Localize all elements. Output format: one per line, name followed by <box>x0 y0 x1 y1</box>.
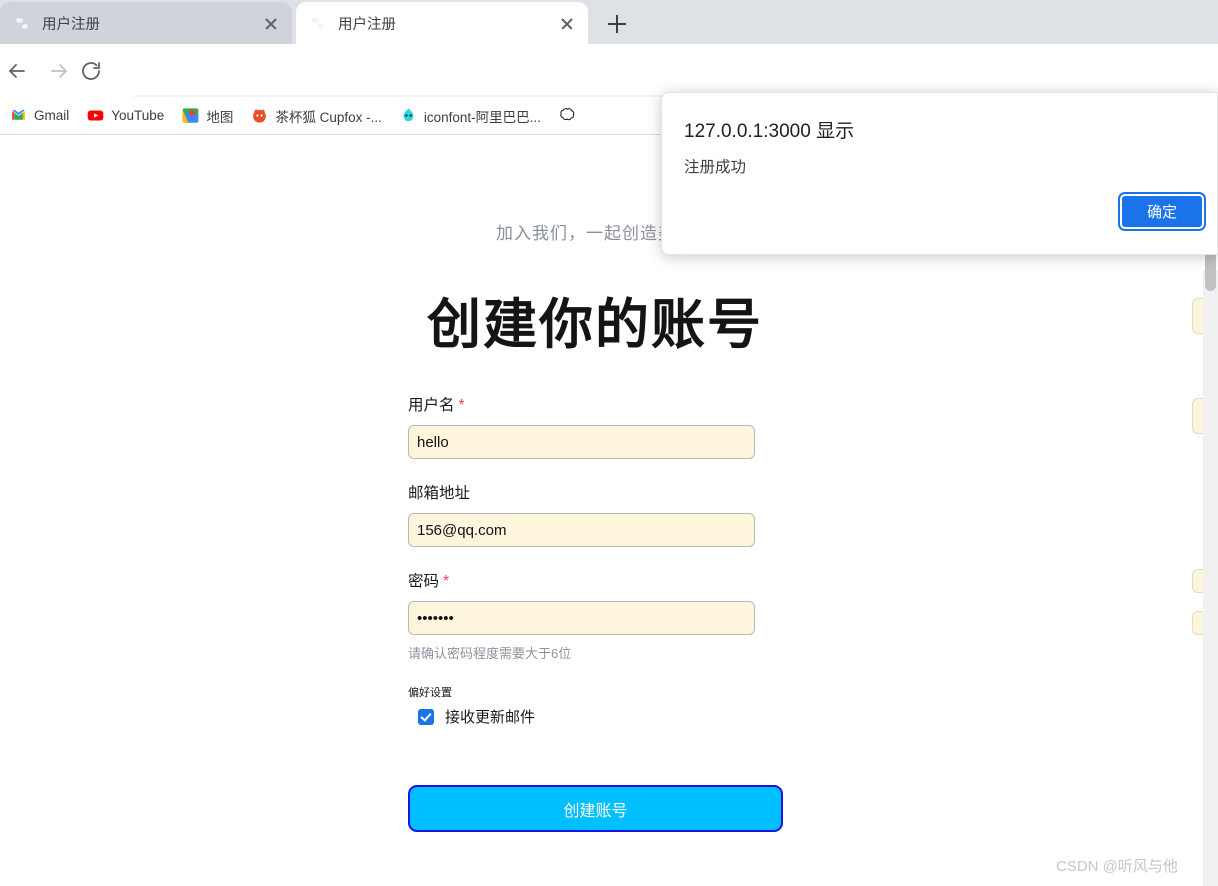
reload-icon[interactable] <box>74 54 108 88</box>
cupfox-icon <box>251 107 268 124</box>
field-username: 用户名 * <box>408 393 783 459</box>
openai-icon <box>559 107 576 124</box>
bookmark-label: YouTube <box>111 108 165 123</box>
newsletter-checkbox-label: 接收更新邮件 <box>445 709 536 726</box>
bookmark-label: 茶杯狐 Cupfox -... <box>275 109 382 125</box>
field-label: 用户名 * <box>408 393 783 415</box>
tab-title: 用户注册 <box>338 16 396 33</box>
preferences-label: 偏好设置 <box>408 687 452 699</box>
field-label-text: 用户名 <box>408 397 455 414</box>
tab-strip: 用户注册 用户注册 <box>0 0 1218 44</box>
youtube-icon <box>87 107 104 124</box>
required-asterisk: * <box>443 573 450 590</box>
newsletter-checkbox-row[interactable]: 接收更新邮件 <box>418 706 783 727</box>
browser-toolbar: 127.0.0.1:3000/vue第三章/index.html <box>0 44 1218 131</box>
browser-window: 用户注册 用户注册 127.0.0.1:3000/vue第三 <box>0 0 1218 886</box>
tab-user-register-1[interactable]: 用户注册 <box>0 2 292 44</box>
bookmark-label: Gmail <box>34 108 70 123</box>
watermark: CSDN @听风与他 <box>1056 858 1178 875</box>
preferences-group: 偏好设置 接收更新邮件 <box>408 684 783 727</box>
password-hint: 请确认密码程度需要大于6位 <box>408 646 572 661</box>
create-account-button[interactable]: 创建账号 <box>408 785 783 832</box>
email-input[interactable] <box>408 513 755 547</box>
tab-title: 用户注册 <box>42 16 100 33</box>
bookmark-label: iconfont-阿里巴巴... <box>423 109 541 125</box>
gmail-icon <box>10 107 27 124</box>
username-input[interactable] <box>408 425 755 459</box>
iconfont-icon <box>400 107 417 124</box>
globe-icon <box>310 15 327 32</box>
close-icon[interactable] <box>260 12 282 34</box>
back-icon[interactable] <box>0 54 34 88</box>
registration-form: 用户名* 邮箱地址 密码* 请确认密码程度需要大于6位 偏好设置 <box>408 393 783 832</box>
required-asterisk: * <box>458 397 465 414</box>
field-label: 密码 * <box>408 569 783 591</box>
bookmark-gmail[interactable]: Gmail <box>2 103 77 129</box>
dialog-ok-button[interactable]: 确定 <box>1120 194 1204 229</box>
google-maps-icon <box>182 107 199 124</box>
bookmark-label: 地图 <box>206 109 234 125</box>
close-icon[interactable] <box>556 12 578 34</box>
field-password: 密码* 请确认密码程度需要大于6位 <box>408 569 783 662</box>
field-label-text: 邮箱地址 <box>408 485 471 502</box>
bookmark-maps[interactable]: 地图 <box>174 103 241 129</box>
field-label: 邮箱地址 <box>408 481 783 503</box>
dialog-message: 注册成功 <box>684 159 747 176</box>
newsletter-checkbox[interactable] <box>418 708 434 725</box>
bookmark-openai[interactable] <box>551 103 591 129</box>
field-email: 邮箱地址 <box>408 481 783 547</box>
field-label-text: 密码 <box>408 573 440 590</box>
new-tab-button[interactable] <box>600 9 634 39</box>
page-scrollbar-track[interactable] <box>1203 270 1218 886</box>
password-input[interactable] <box>408 601 755 635</box>
tab-user-register-2[interactable]: 用户注册 <box>296 2 588 44</box>
forward-icon[interactable] <box>42 54 76 88</box>
javascript-alert-dialog: 127.0.0.1:3000 显示 注册成功 确定 <box>661 92 1218 255</box>
bookmark-youtube[interactable]: YouTube <box>79 103 172 129</box>
page-title: 创建你的账号 <box>427 295 763 355</box>
globe-icon <box>14 15 31 32</box>
bookmark-iconfont[interactable]: iconfont-阿里巴巴... <box>392 103 549 129</box>
dialog-title: 127.0.0.1:3000 显示 <box>684 121 855 142</box>
bookmark-cupfox[interactable]: 茶杯狐 Cupfox -... <box>243 103 390 129</box>
